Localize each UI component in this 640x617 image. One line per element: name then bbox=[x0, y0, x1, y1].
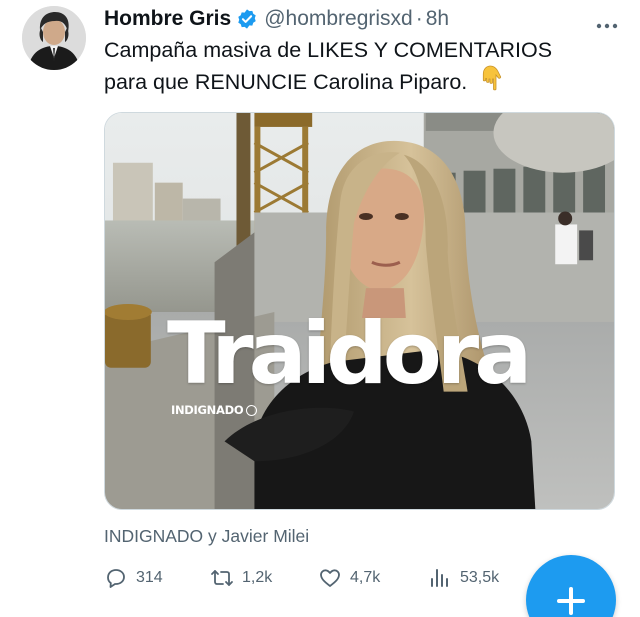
author-name[interactable]: Hombre Gris bbox=[104, 7, 231, 31]
reply-button[interactable]: 314 bbox=[104, 566, 163, 590]
verified-badge-icon bbox=[236, 8, 258, 30]
tweet-action-bar: 314 1,2k 4,7k 53,5k bbox=[104, 566, 524, 594]
tweet-timestamp[interactable]: 8h bbox=[426, 7, 449, 31]
tweet-text-line-2: para que RENUNCIE Carolina Piparo. bbox=[104, 65, 614, 99]
retweet-count: 1,2k bbox=[242, 569, 273, 586]
avatar-image bbox=[22, 6, 86, 70]
tweet-text-line-2-content: para que RENUNCIE Carolina Piparo. bbox=[104, 70, 468, 94]
header-separator: · bbox=[415, 7, 423, 30]
heart-icon bbox=[320, 569, 340, 587]
pointing-down-emoji-icon bbox=[481, 65, 503, 99]
tweet-header: Hombre Gris @hombregrisxd · 8h bbox=[104, 4, 449, 34]
compose-button[interactable] bbox=[526, 555, 616, 617]
media-overlay-brand-text: INDIGNADO bbox=[171, 403, 244, 417]
social-context[interactable]: INDIGNADO y Javier Milei bbox=[104, 526, 309, 547]
tweet[interactable]: Hombre Gris @hombregrisxd · 8h Campaña m… bbox=[0, 0, 640, 617]
tweet-media-image[interactable]: Traidora INDIGNADO bbox=[104, 112, 615, 510]
views-icon bbox=[431, 569, 448, 587]
reply-count: 314 bbox=[136, 569, 163, 586]
more-horizontal-icon[interactable] bbox=[596, 10, 618, 36]
media-overlay-brand: INDIGNADO bbox=[171, 403, 258, 417]
like-button[interactable]: 4,7k bbox=[318, 566, 380, 590]
tweet-text: Campaña masiva de LIKES Y COMENTARIOS pa… bbox=[104, 36, 614, 99]
views-count: 53,5k bbox=[460, 569, 500, 586]
like-count: 4,7k bbox=[350, 569, 381, 586]
avatar[interactable] bbox=[22, 6, 86, 70]
plus-icon bbox=[557, 587, 585, 615]
views-button[interactable]: 53,5k bbox=[428, 566, 499, 590]
author-handle[interactable]: @hombregrisxd bbox=[264, 7, 413, 31]
media-overlay-title: Traidora bbox=[167, 304, 532, 404]
retweet-button[interactable]: 1,2k bbox=[210, 566, 272, 590]
tweet-text-line-1: Campaña masiva de LIKES Y COMENTARIOS bbox=[104, 38, 553, 62]
retweet-icon bbox=[211, 570, 233, 586]
reply-icon bbox=[107, 569, 125, 588]
brand-circle-icon bbox=[246, 404, 258, 416]
